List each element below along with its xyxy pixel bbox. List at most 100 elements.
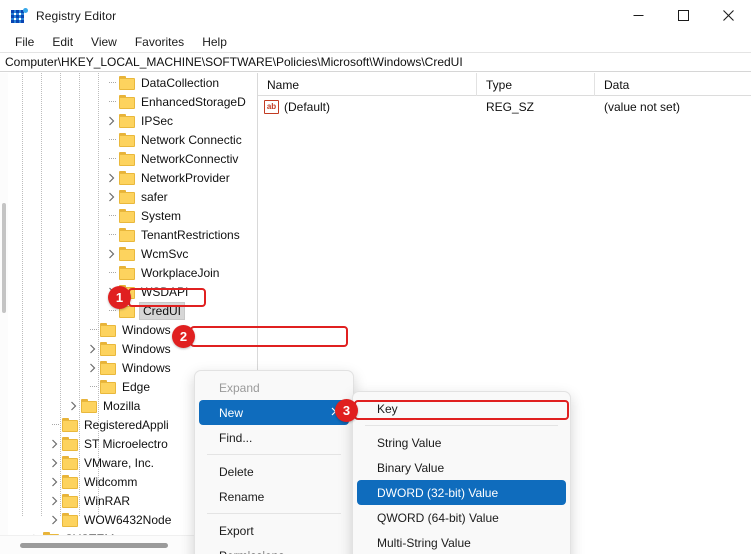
submenu-item-qword-64-bit-value[interactable]: QWORD (64-bit) Value [357, 505, 566, 530]
tree-item-label: WorkplaceJoin [141, 265, 220, 280]
tree-connector-line [103, 130, 119, 149]
window-title: Registry Editor [36, 8, 117, 23]
chevron-right-icon[interactable] [46, 510, 62, 529]
tree-item-tenantrestrictions[interactable]: TenantRestrictions [8, 225, 256, 244]
registry-editor-icon [11, 7, 28, 24]
context-menu[interactable]: Expand New Find... Delete Rename Export Permis… [194, 370, 354, 554]
chevron-right-icon[interactable] [103, 187, 119, 206]
submenu-item-key[interactable]: Key [357, 396, 566, 421]
tree-vertical-scroll-thumb[interactable] [2, 203, 6, 313]
folder-icon [81, 398, 98, 413]
menu-edit[interactable]: Edit [43, 33, 82, 51]
tree-vertical-scrollbar[interactable] [0, 73, 8, 535]
chevron-right-icon[interactable] [84, 339, 100, 358]
submenu-item-dword-32-bit-value[interactable]: DWORD (32-bit) Value [357, 480, 566, 505]
context-submenu-new[interactable]: Key String Value Binary Value DWORD (32-bit… [352, 391, 571, 554]
tree-item-ipsec[interactable]: IPSec [8, 111, 256, 130]
chevron-right-icon[interactable] [103, 168, 119, 187]
tree-item-networkconnectiv[interactable]: NetworkConnectiv [8, 149, 256, 168]
column-header-name[interactable]: Name [258, 73, 477, 96]
menu-help[interactable]: Help [193, 33, 236, 51]
folder-icon [119, 94, 136, 109]
tree-item-datacollection[interactable]: DataCollection [8, 73, 256, 92]
folder-icon [62, 417, 79, 432]
chevron-right-icon[interactable] [46, 453, 62, 472]
context-menu-item-new[interactable]: New [199, 400, 349, 425]
folder-icon [62, 512, 79, 527]
chevron-right-icon[interactable] [103, 244, 119, 263]
menu-file[interactable]: File [6, 33, 43, 51]
tree-item-label: Windows [122, 360, 171, 375]
minimize-icon[interactable] [616, 0, 661, 31]
tree-item-windows[interactable]: Windows [8, 320, 256, 339]
tree-item-credui[interactable]: CredUI [8, 301, 256, 320]
maximize-icon[interactable] [661, 0, 706, 31]
chevron-right-icon[interactable] [84, 358, 100, 377]
submenu-item-string-value[interactable]: String Value [357, 430, 566, 455]
tree-connector-line [103, 92, 119, 111]
annotation-badge-3: 3 [335, 399, 358, 422]
context-menu-item-rename[interactable]: Rename [199, 484, 349, 509]
close-icon[interactable] [706, 0, 751, 31]
table-row[interactable]: ab (Default) REG_SZ (value not set) [258, 96, 751, 118]
tree-item-label: IPSec [141, 113, 174, 128]
context-menu-item-export[interactable]: Export [199, 518, 349, 543]
tree-horizontal-scroll-thumb[interactable] [20, 543, 168, 548]
tree-item-network-connectic[interactable]: Network Connectic [8, 130, 256, 149]
context-menu-item-find[interactable]: Find... [199, 425, 349, 450]
tree-item-label: WSDAPI [141, 284, 189, 299]
tree-item-wcmsvc[interactable]: WcmSvc [8, 244, 256, 263]
chevron-right-icon[interactable] [103, 111, 119, 130]
chevron-right-icon[interactable] [65, 396, 81, 415]
chevron-right-icon[interactable] [46, 472, 62, 491]
chevron-right-icon[interactable] [46, 491, 62, 510]
tree-item-networkprovider[interactable]: NetworkProvider [8, 168, 256, 187]
chevron-right-icon[interactable] [46, 434, 62, 453]
tree-item-workplacejoin[interactable]: WorkplaceJoin [8, 263, 256, 282]
tree-connector-line [103, 73, 119, 92]
folder-icon [100, 322, 117, 337]
context-menu-item-permissions[interactable]: Permissions... [199, 543, 349, 554]
address-bar[interactable]: Computer\HKEY_LOCAL_MACHINE\SOFTWARE\Pol… [0, 52, 751, 72]
folder-icon [100, 360, 117, 375]
values-column-header: Name Type Data [258, 73, 751, 96]
tree-item-enhancedstoraged[interactable]: EnhancedStorageD [8, 92, 256, 111]
submenu-item-binary-value[interactable]: Binary Value [357, 455, 566, 480]
tree-item-system[interactable]: System [8, 206, 256, 225]
tree-item-windows[interactable]: Windows [8, 339, 256, 358]
tree-item-wsdapi[interactable]: WSDAPI [8, 282, 256, 301]
menu-item-label: Export [219, 523, 254, 538]
column-header-data[interactable]: Data [595, 73, 751, 96]
tree-connector-line [103, 149, 119, 168]
tree-connector-line [84, 377, 100, 396]
tree-item-safer[interactable]: safer [8, 187, 256, 206]
tree-item-label: EnhancedStorageD [141, 94, 246, 109]
submenu-item-multi-string-value[interactable]: Multi-String Value [357, 530, 566, 554]
menu-view[interactable]: View [82, 33, 126, 51]
menu-favorites[interactable]: Favorites [126, 33, 193, 51]
column-header-type[interactable]: Type [477, 73, 595, 96]
context-menu-item-delete[interactable]: Delete [199, 459, 349, 484]
